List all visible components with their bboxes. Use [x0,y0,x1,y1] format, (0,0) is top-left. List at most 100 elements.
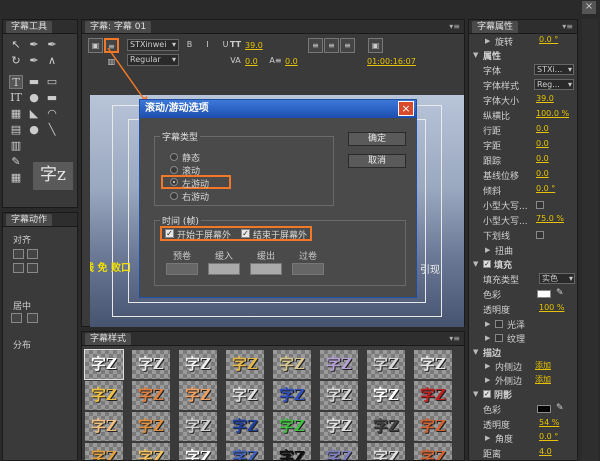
distance-value[interactable]: 4.0 [539,447,552,456]
selection-tool-icon[interactable]: ↖ [9,38,23,52]
style-swatch[interactable]: 字Z [132,350,170,379]
style-swatch[interactable]: 字Z [85,381,123,410]
rotate-tool-icon[interactable]: ↻ [9,54,23,68]
fill-color-swatch[interactable] [537,290,551,298]
style-swatch[interactable]: 字Z [320,350,358,379]
add-inner-stroke-link[interactable]: 添加 [535,360,551,371]
small-caps-checkbox[interactable] [536,201,544,209]
style-swatch[interactable]: 字Z [273,443,311,460]
vertical-path-type-icon[interactable]: ▥ [9,139,23,153]
style-swatch[interactable]: 字Z [132,412,170,441]
tracking-value[interactable]: 0.0 [536,154,549,163]
area-vertical-type-icon[interactable]: ▦ [9,171,23,185]
underline-checkbox[interactable] [536,231,544,239]
pen-tool-icon[interactable]: ✒ [27,38,41,52]
align-middle-button[interactable] [27,263,38,273]
shadow-opacity-value[interactable]: 54 % [539,418,559,427]
round-rect-tool-icon[interactable]: ▬ [45,91,59,105]
panel-menu-icon[interactable]: ▾≡ [449,22,460,31]
arc-tool-icon[interactable]: ◠ [45,107,59,121]
shadow-eyedropper-icon[interactable]: ✎ [556,403,564,413]
shadow-checkbox[interactable]: ✓ [483,390,491,398]
style-swatch[interactable]: 字Z [179,350,217,379]
kerning-prop-value[interactable]: 0.0 [536,139,549,148]
style-swatch[interactable]: 字Z [273,412,311,441]
rotation-value[interactable]: 0.0 ° [539,35,558,44]
rectangle-tool-icon[interactable]: ▬ [27,75,41,89]
style-swatch[interactable]: 字Z [179,412,217,441]
shadow-collapse-icon[interactable]: ▼ [473,390,478,398]
vertical-type-icon[interactable]: IT [9,91,23,105]
properties-menu-icon[interactable]: ▾≡ [562,22,573,31]
small-caps-size-value[interactable]: 75.0 % [536,214,564,223]
right-scrollbar[interactable] [582,19,598,461]
angle-expand-icon[interactable]: ▶ [485,434,490,442]
eyedropper-icon[interactable]: ✎ [556,288,564,298]
baseline-value[interactable]: 0.0 [536,169,549,178]
center-horizontal-button[interactable] [11,313,22,323]
font-size-value[interactable]: 39.0 [245,41,263,50]
styles-menu-icon[interactable]: ▾≡ [449,334,460,343]
texture-checkbox[interactable] [495,334,503,342]
angle-value[interactable]: 0.0 ° [539,432,558,441]
bold-icon[interactable]: B [182,38,197,53]
style-swatch[interactable]: 字Z [85,412,123,441]
style-swatch[interactable]: 字Z [367,412,405,441]
font-select[interactable]: STXi... [534,64,574,75]
preroll-field[interactable] [166,263,198,275]
sheen-checkbox[interactable] [495,320,503,328]
ok-button[interactable]: 确定 [348,132,406,146]
collapse-triangle-icon[interactable]: ▼ [473,51,478,59]
path-type-icon[interactable]: ▤ [9,123,23,137]
style-swatch[interactable]: 字Z [226,412,264,441]
ease-in-field[interactable] [208,263,240,275]
stroke-collapse-icon[interactable]: ▼ [473,348,478,356]
add-outer-stroke-link[interactable]: 添加 [535,374,551,385]
wedge-tool-icon[interactable]: ◣ [27,107,41,121]
style-swatch[interactable]: 字Z [226,350,264,379]
italic-icon[interactable]: I [200,38,215,53]
style-swatch[interactable]: 字Z [367,443,405,460]
style-swatch[interactable]: 字Z [414,412,452,441]
align-left-text-icon[interactable]: ≡ [308,38,323,53]
align-center-text-icon[interactable]: ≡ [324,38,339,53]
add-anchor-icon[interactable]: ✒ [45,38,59,52]
font-size-prop-value[interactable]: 39.0 [536,94,554,103]
sheen-expand-icon[interactable]: ▶ [485,320,490,328]
shadow-color-swatch[interactable] [537,405,551,413]
font-style-prop-select[interactable]: Reg... [534,79,574,90]
radio-roll[interactable] [170,166,178,174]
align-center-button[interactable] [27,249,38,259]
style-swatch[interactable]: 字Z [320,381,358,410]
kerning-value[interactable]: 0.0 [245,57,258,66]
cancel-button[interactable]: 取消 [348,154,406,168]
dialog-close-button[interactable]: × [398,101,414,116]
fill-opacity-value[interactable]: 100 % [539,303,564,312]
fill-collapse-icon[interactable]: ▼ [473,260,478,268]
style-swatch[interactable]: 字Z [414,350,452,379]
timecode-value[interactable]: 01:00:16:07 [367,57,416,66]
style-swatch[interactable]: 字Z [85,443,123,460]
window-close-button[interactable]: × [582,1,596,14]
aspect-value[interactable]: 100.0 % [536,109,569,118]
align-right-text-icon[interactable]: ≡ [340,38,355,53]
postroll-field[interactable] [292,263,324,275]
end-offscreen-checkbox[interactable]: ✓ [241,229,250,238]
type-tool-icon[interactable]: T [9,75,23,89]
show-video-icon[interactable]: ▣ [368,38,383,53]
fill-type-select[interactable]: 实色 [539,273,575,284]
style-swatch[interactable]: 字Z [179,443,217,460]
style-swatch[interactable]: 字Z [367,381,405,410]
outer-stroke-expand-icon[interactable]: ▶ [485,376,490,384]
clipped-rect-icon[interactable]: ▭ [45,75,59,89]
style-swatch[interactable]: 字Z [320,443,358,460]
style-swatch[interactable]: 字Z [226,381,264,410]
pen-path-icon[interactable]: ✎ [9,155,23,169]
radio-crawl-right[interactable] [170,192,178,200]
style-swatch[interactable]: 字Z [367,350,405,379]
convert-anchor-icon[interactable]: ∧ [45,54,59,68]
inner-stroke-expand-icon[interactable]: ▶ [485,362,490,370]
align-left-button[interactable] [13,249,24,259]
center-vertical-button[interactable] [27,313,38,323]
start-offscreen-checkbox[interactable]: ✓ [165,229,174,238]
